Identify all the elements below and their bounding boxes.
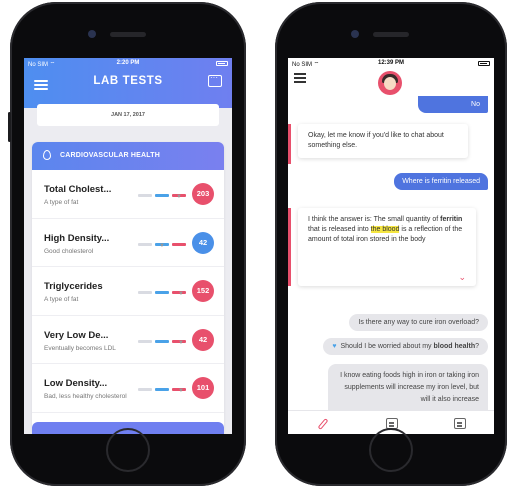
suggestion-text: Should I be worried about my — [340, 343, 434, 350]
date-card: JAN 17, 2017 — [37, 104, 219, 126]
value-badge: 152 — [192, 280, 214, 302]
test-name: Low Density... — [44, 378, 108, 389]
test-description: Bad, less healthy cholesterol — [44, 393, 127, 400]
cardiovascular-card: CARDIOVASCULAR HEALTH Total Cholest... A… — [32, 142, 224, 434]
test-name: Total Cholest... — [44, 184, 112, 195]
value-badge: 42 — [192, 328, 214, 351]
bot-answer-message: I think the answer is: The small quantit… — [298, 208, 476, 286]
test-row[interactable]: Total Cholest... A type of fat ▼ 203 — [32, 170, 224, 219]
earpiece-speaker — [110, 32, 146, 37]
page-title: LAB TESTS — [93, 75, 163, 87]
chat-screen: No SIM ⌔ 12:39 PM No Okay, let me know i… — [288, 58, 494, 434]
suggestion-text: Is there any way to cure iron overload? — [358, 319, 479, 326]
value-badge: 42 — [192, 231, 214, 254]
value-badge: 203 — [192, 183, 214, 205]
bot-accent-bar — [288, 124, 291, 164]
range-indicator: ▼ — [138, 242, 186, 249]
keyboard-icon[interactable] — [454, 418, 466, 429]
answer-highlight: the blood — [370, 226, 400, 233]
bot-message: Okay, let me know if you'd like to chat … — [298, 124, 468, 158]
app-header: No SIM ⌔ 2:20 PM LAB TESTS — [24, 58, 232, 108]
left-phone: No SIM ⌔ 2:20 PM LAB TESTS JAN 17, 2017 … — [8, 2, 246, 486]
value-badge: 101 — [192, 377, 214, 399]
status-bar: No SIM ⌔ 12:39 PM — [288, 60, 494, 70]
suggestion-bold: blood health — [433, 343, 476, 350]
test-row[interactable]: High Density... Good cholesterol ▼ 42 — [32, 219, 224, 267]
answer-text: I think the answer is: The small quantit… — [308, 216, 441, 223]
paperclip-icon[interactable] — [317, 418, 329, 430]
status-time: 12:39 PM — [377, 60, 404, 66]
right-phone: No SIM ⌔ 12:39 PM No Okay, let me know i… — [275, 2, 507, 486]
suggestion-chip[interactable]: Is there any way to cure iron overload? — [349, 314, 488, 331]
answer-text: that is released into — [308, 226, 371, 233]
heart-icon: ♥ — [332, 343, 337, 350]
lab-tests-screen: No SIM ⌔ 2:20 PM LAB TESTS JAN 17, 2017 … — [24, 58, 232, 434]
suggestion-chip[interactable]: ♥ Should I be worried about my blood heal… — [323, 338, 488, 355]
earpiece-speaker — [373, 32, 409, 37]
status-time: 2:20 PM — [116, 60, 140, 66]
answer-bold: ferritin — [440, 216, 463, 223]
chat-icon[interactable] — [208, 73, 222, 87]
test-row[interactable]: Triglycerides A type of fat ▼ 152 — [32, 267, 224, 316]
test-description: Eventually becomes LDL — [44, 344, 116, 352]
test-row[interactable]: Very Low De... Eventually becomes LDL ▼ … — [32, 316, 224, 364]
assistant-avatar — [378, 71, 402, 95]
suggestion-text: ? — [475, 343, 479, 350]
battery-icon — [478, 61, 490, 66]
chevron-down-icon[interactable]: ⌄ — [458, 272, 466, 282]
date-label: JAN 17, 2017 — [111, 112, 145, 118]
status-bar: No SIM ⌔ 2:20 PM — [24, 60, 232, 70]
range-indicator: ▼ — [138, 291, 186, 297]
home-button[interactable] — [106, 428, 150, 472]
test-description: A type of fat — [44, 199, 79, 206]
section-header: CARDIOVASCULAR HEALTH — [32, 142, 224, 170]
battery-icon — [216, 61, 228, 66]
front-camera — [351, 30, 359, 38]
test-description: Good cholesterol — [44, 247, 94, 255]
range-indicator: ▼ — [138, 194, 186, 200]
user-reply-snippet: I know eating foods high in iron or taki… — [328, 364, 488, 412]
range-indicator: ▼ — [138, 388, 186, 394]
bot-accent-bar — [288, 208, 291, 286]
user-message: No — [418, 96, 488, 113]
droplet-icon — [43, 150, 51, 160]
home-button[interactable] — [369, 428, 413, 472]
user-message: Where is ferritin released — [394, 173, 488, 190]
front-camera — [88, 30, 96, 38]
test-name: Very Low De... — [44, 329, 109, 341]
range-indicator: ▼ — [138, 339, 186, 346]
test-row[interactable]: Low Density... Bad, less healthy cholest… — [32, 364, 224, 413]
hamburger-menu-icon[interactable] — [294, 73, 306, 83]
test-name: High Density... — [44, 232, 110, 244]
test-name: Triglycerides — [44, 281, 103, 292]
volume-button — [8, 112, 11, 142]
section-title: CARDIOVASCULAR HEALTH — [60, 152, 160, 159]
test-description: A type of fat — [44, 296, 79, 303]
